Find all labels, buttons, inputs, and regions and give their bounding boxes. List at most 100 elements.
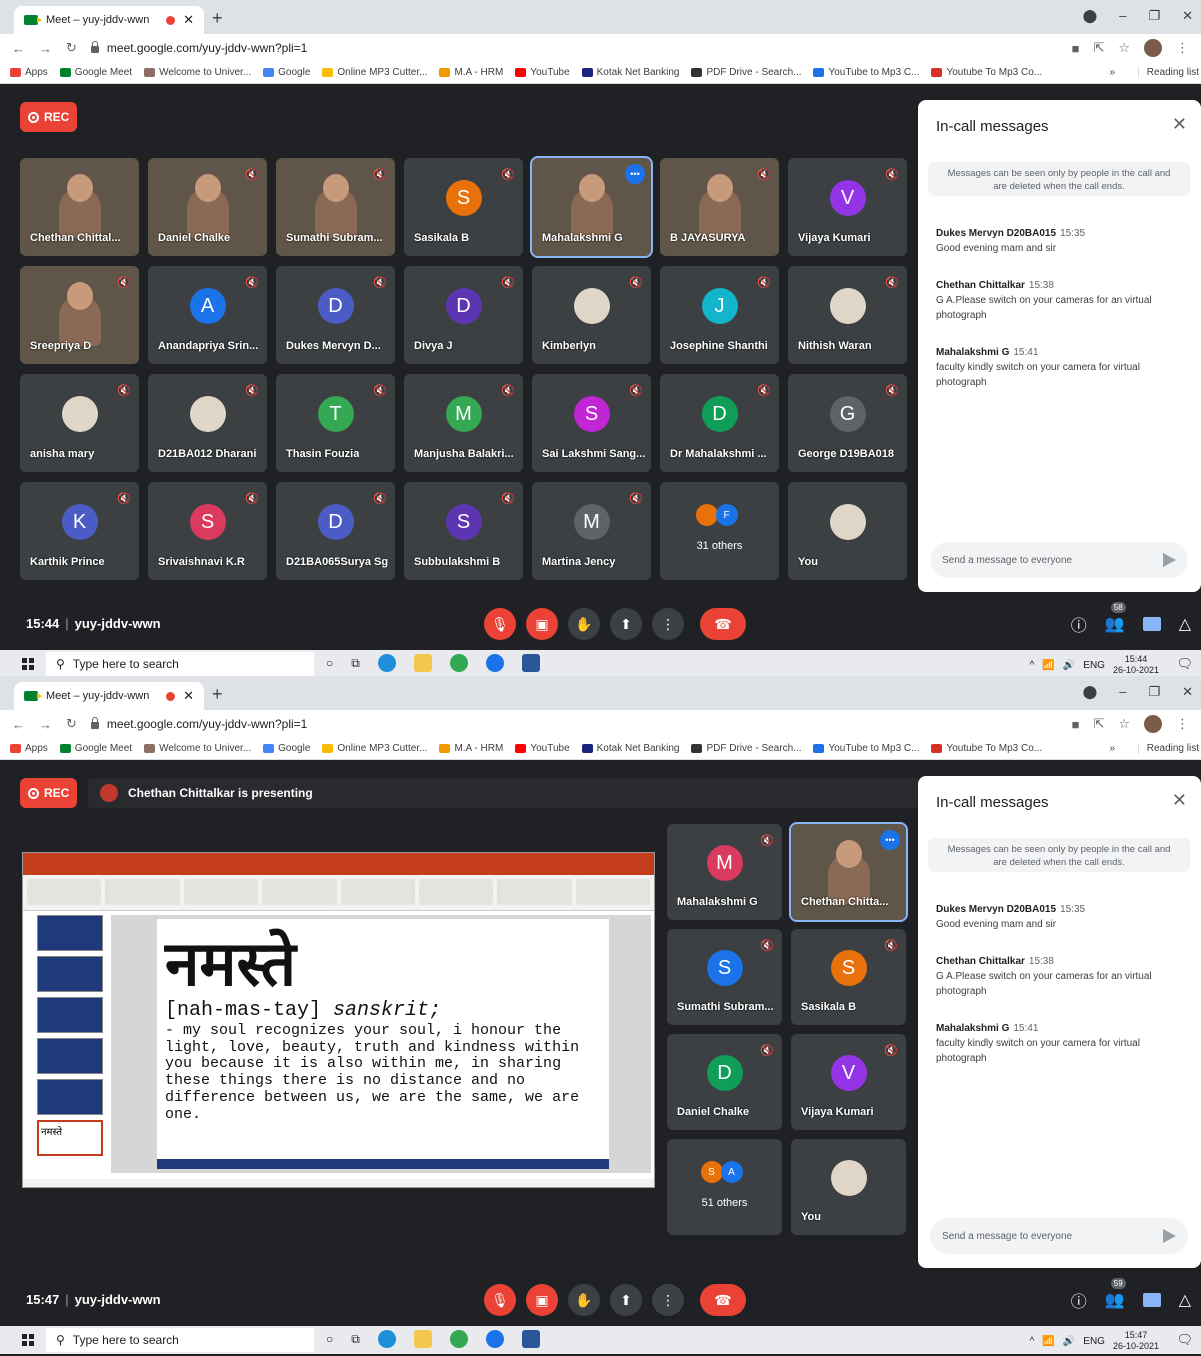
end-call-button[interactable]: ☎ <box>700 608 746 640</box>
bookmark-item[interactable]: M.A - HRM <box>439 743 503 754</box>
share-icon[interactable]: ⇱ <box>1093 716 1104 732</box>
volume-icon[interactable]: 🔊 <box>1063 1336 1075 1347</box>
tray-overflow-icon[interactable]: ^ <box>1030 660 1035 671</box>
close-window-icon[interactable]: ✕ <box>1182 8 1193 24</box>
more-options-icon[interactable]: ••• <box>880 830 900 850</box>
camera-off-button[interactable]: ▣ <box>526 608 558 640</box>
chrome-icon[interactable] <box>449 1330 468 1348</box>
participant-tile[interactable]: S Sumathi Subram... 🔇 <box>667 929 782 1025</box>
bookmark-item[interactable]: YouTube <box>515 743 570 754</box>
participant-tile[interactable]: Chethan Chitta... ••• <box>789 822 908 922</box>
participant-tile[interactable]: B JAYASURYA 🔇 <box>660 158 779 256</box>
activities-icon[interactable]: △ <box>1179 614 1191 634</box>
close-panel-icon[interactable]: ✕ <box>1172 114 1187 135</box>
mic-off-button[interactable]: 🎙 <box>484 1284 516 1316</box>
participant-tile[interactable]: You <box>791 1139 906 1235</box>
restore-icon[interactable]: ❐ <box>1148 684 1160 700</box>
taskbar-search[interactable]: ⚲ Type here to search <box>46 1328 314 1352</box>
address-bar[interactable]: meet.google.com/yuy-jddv-wwn?pli=1 <box>90 41 1058 55</box>
participant-tile[interactable]: S Sai Lakshmi Sang... 🔇 <box>532 374 651 472</box>
browser-tab[interactable]: Meet – yuy-jddv-wwn ✕ <box>14 682 204 710</box>
participant-tile[interactable]: S A 51 others <box>667 1139 782 1235</box>
language-indicator[interactable]: ENG <box>1083 1336 1105 1347</box>
participant-tile[interactable]: S Subbulakshmi B 🔇 <box>404 482 523 580</box>
camera-off-button[interactable]: ▣ <box>526 1284 558 1316</box>
profile-avatar[interactable] <box>1144 715 1162 733</box>
bookmark-item[interactable]: Youtube To Mp3 Co... <box>931 67 1042 78</box>
send-icon[interactable] <box>1163 553 1176 567</box>
network-icon[interactable]: 📶 <box>1042 1336 1054 1347</box>
reading-list-button[interactable]: Reading list <box>1137 743 1199 754</box>
participant-tile[interactable]: G George D19BA018 🔇 <box>788 374 907 472</box>
participant-tile[interactable]: D Dr Mahalakshmi ... 🔇 <box>660 374 779 472</box>
browser-tab[interactable]: Meet – yuy-jddv-wwn ✕ <box>14 6 204 34</box>
cortana-icon[interactable]: ○ <box>326 1332 333 1346</box>
camera-icon[interactable]: ■ <box>1072 41 1080 56</box>
more-options-button[interactable]: ⋮ <box>652 1284 684 1316</box>
back-icon[interactable]: ← <box>12 717 25 732</box>
bookmark-item[interactable]: Google Meet <box>59 67 132 78</box>
star-icon[interactable]: ☆ <box>1118 40 1130 56</box>
windows-start-icon[interactable] <box>22 658 34 670</box>
participant-tile[interactable]: Sreepriya D 🔇 <box>20 266 139 364</box>
mic-off-button[interactable]: 🎙 <box>484 608 516 640</box>
share-icon[interactable]: ⇱ <box>1093 40 1104 56</box>
edge-icon[interactable] <box>377 1330 396 1348</box>
send-icon[interactable] <box>1163 1229 1176 1243</box>
participant-tile[interactable]: You <box>788 482 907 580</box>
chrome-profile-icon[interactable] <box>485 1330 504 1348</box>
star-icon[interactable]: ☆ <box>1118 716 1130 732</box>
word-icon[interactable] <box>521 654 540 672</box>
new-tab-icon[interactable]: + <box>212 684 223 705</box>
bookmarks-more-icon[interactable]: » <box>1109 67 1115 78</box>
participant-tile[interactable]: M Manjusha Balakri... 🔇 <box>404 374 523 472</box>
new-tab-icon[interactable]: + <box>212 8 223 29</box>
send-message-input[interactable]: Send a message to everyone <box>930 1218 1188 1254</box>
bookmark-item[interactable]: Apps <box>10 67 48 78</box>
volume-icon[interactable]: 🔊 <box>1063 660 1075 671</box>
participant-tile[interactable]: Nithish Waran 🔇 <box>788 266 907 364</box>
participant-tile[interactable]: S Srivaishnavi K.R 🔇 <box>148 482 267 580</box>
participant-tile[interactable]: Sumathi Subram... 🔇 <box>276 158 395 256</box>
profile-avatar[interactable] <box>1144 39 1162 57</box>
notification-icon[interactable]: 🗨 <box>1176 1332 1193 1348</box>
participant-tile[interactable]: M Martina Jency 🔇 <box>532 482 651 580</box>
bookmark-item[interactable]: Welcome to Univer... <box>144 67 251 78</box>
tray-clock[interactable]: 15:44 26-10-2021 <box>1113 654 1159 676</box>
present-button[interactable]: ⬆ <box>610 1284 642 1316</box>
chat-icon[interactable] <box>1142 1293 1161 1307</box>
end-call-button[interactable]: ☎ <box>700 1284 746 1316</box>
more-options-icon[interactable]: ••• <box>625 164 645 184</box>
participant-tile[interactable]: D Daniel Chalke 🔇 <box>667 1034 782 1130</box>
participant-tile[interactable]: Daniel Chalke 🔇 <box>148 158 267 256</box>
file-explorer-icon[interactable] <box>413 1330 432 1348</box>
participant-tile[interactable]: D Dukes Mervyn D... 🔇 <box>276 266 395 364</box>
menu-icon[interactable]: ⋮ <box>1176 40 1189 56</box>
task-view-icon[interactable]: ⧉ <box>351 656 360 671</box>
participant-tile[interactable]: Kimberlyn 🔇 <box>532 266 651 364</box>
bookmark-item[interactable]: PDF Drive - Search... <box>691 743 801 754</box>
participant-tile[interactable]: Mahalakshmi G ••• <box>530 156 653 258</box>
more-options-button[interactable]: ⋮ <box>652 608 684 640</box>
reload-icon[interactable]: ↻ <box>66 716 77 732</box>
cortana-icon[interactable]: ○ <box>326 656 333 670</box>
tab-search-icon[interactable]: ⬤ <box>1083 684 1098 700</box>
forward-icon[interactable]: → <box>39 41 52 56</box>
reading-list-button[interactable]: Reading list <box>1137 67 1199 78</box>
people-button[interactable]: 👥 58 <box>1105 602 1126 634</box>
minimize-icon[interactable]: – <box>1119 8 1126 24</box>
restore-icon[interactable]: ❐ <box>1148 8 1160 24</box>
menu-icon[interactable]: ⋮ <box>1176 716 1189 732</box>
participant-tile[interactable]: S Sasikala B 🔇 <box>791 929 906 1025</box>
bookmark-item[interactable]: YouTube to Mp3 C... <box>813 743 919 754</box>
participant-tile[interactable]: M Mahalakshmi G 🔇 <box>667 824 782 920</box>
close-tab-icon[interactable]: ✕ <box>183 12 194 28</box>
word-icon[interactable] <box>521 1330 540 1348</box>
address-bar[interactable]: meet.google.com/yuy-jddv-wwn?pli=1 <box>90 717 1058 731</box>
participant-tile[interactable]: D D21BA065Surya Sg 🔇 <box>276 482 395 580</box>
bookmark-item[interactable]: YouTube to Mp3 C... <box>813 67 919 78</box>
chrome-profile-icon[interactable] <box>485 654 504 672</box>
participant-tile[interactable]: V Vijaya Kumari 🔇 <box>788 158 907 256</box>
bookmark-item[interactable]: Google <box>263 743 310 754</box>
raise-hand-button[interactable]: ✋ <box>568 608 600 640</box>
